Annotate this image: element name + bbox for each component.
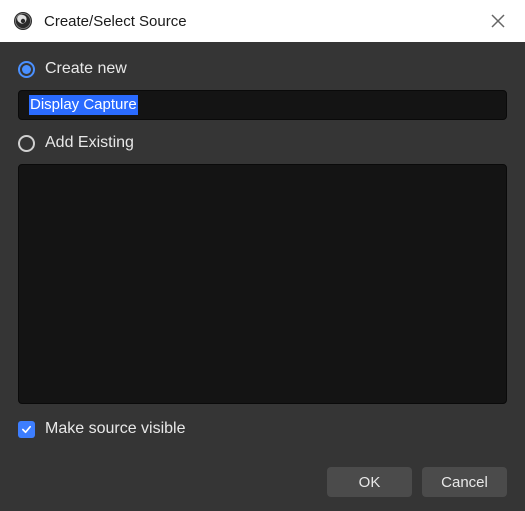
close-button[interactable] xyxy=(485,8,511,34)
close-icon xyxy=(491,14,505,28)
source-name-value: Display Capture xyxy=(29,95,138,115)
radio-icon xyxy=(18,135,35,152)
existing-sources-list[interactable] xyxy=(18,164,507,404)
make-visible-checkbox[interactable]: Make source visible xyxy=(18,420,507,438)
radio-icon xyxy=(18,61,35,78)
titlebar: Create/Select Source xyxy=(0,0,525,42)
obs-icon xyxy=(12,10,34,32)
dialog-content: Create new Display Capture Add Existing … xyxy=(0,42,525,448)
radio-add-existing[interactable]: Add Existing xyxy=(18,134,507,152)
make-visible-label: Make source visible xyxy=(45,420,186,438)
window-title: Create/Select Source xyxy=(44,13,187,30)
ok-button[interactable]: OK xyxy=(327,467,412,497)
source-name-input[interactable]: Display Capture xyxy=(18,90,507,120)
radio-add-existing-label: Add Existing xyxy=(45,134,134,152)
checkbox-icon xyxy=(18,421,35,438)
dialog-buttons: OK Cancel xyxy=(327,467,507,497)
radio-create-new[interactable]: Create new xyxy=(18,60,507,78)
radio-create-new-label: Create new xyxy=(45,60,127,78)
cancel-button[interactable]: Cancel xyxy=(422,467,507,497)
check-icon xyxy=(21,424,32,435)
